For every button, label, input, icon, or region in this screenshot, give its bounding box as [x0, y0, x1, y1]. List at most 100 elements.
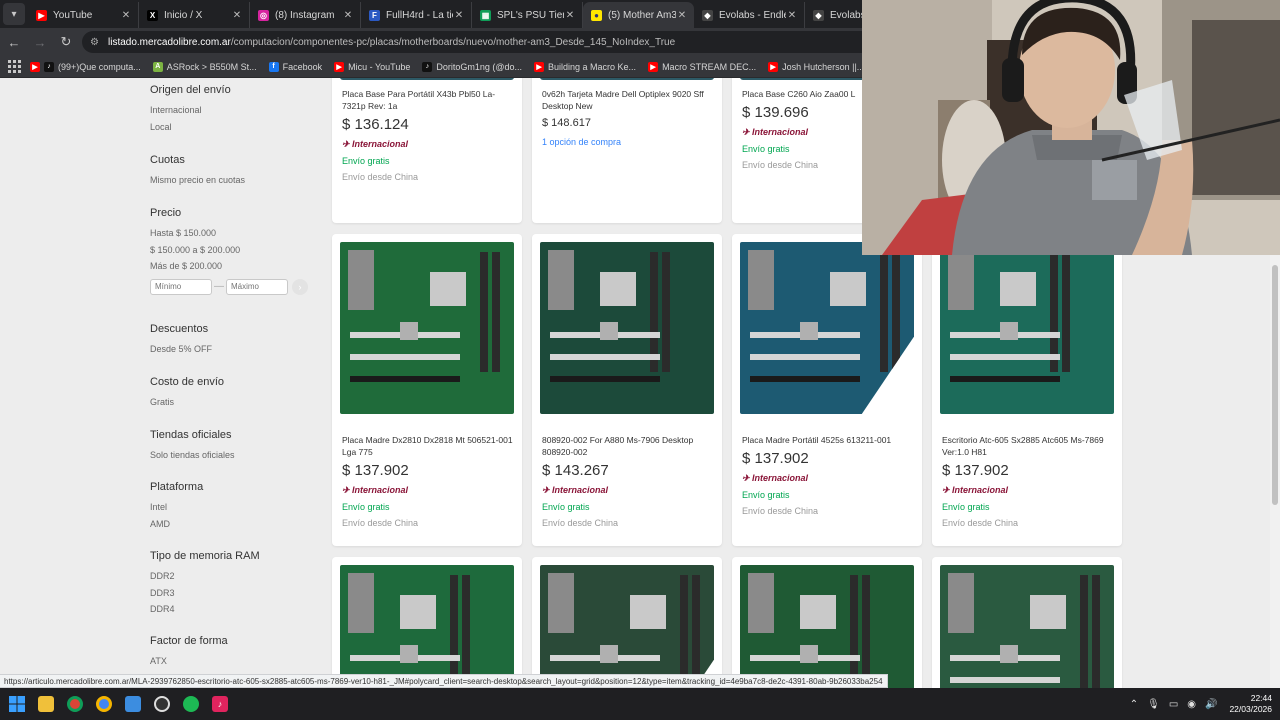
product-card[interactable]: Placa Madre Dx2810 Dx2818 Mt 506521-001 …: [332, 234, 522, 546]
display-icon[interactable]: ▭: [1169, 699, 1178, 710]
product-card[interactable]: [332, 557, 522, 688]
browser-tab[interactable]: ▶ YouTube ✕: [28, 2, 139, 28]
microphone-icon[interactable]: 🎙: [1147, 699, 1160, 710]
bookmark-item[interactable]: ▶ Micu - YouTube: [334, 61, 410, 72]
price-max-input[interactable]: [226, 278, 288, 295]
taskbar-tiktok[interactable]: ♪: [208, 692, 232, 716]
scrollbar-thumb[interactable]: [1272, 265, 1278, 505]
taskbar-chrome[interactable]: [63, 692, 87, 716]
product-card[interactable]: [532, 557, 722, 688]
product-card[interactable]: Placa Madre Portátil 4525s 613211-001 $ 1…: [732, 234, 922, 546]
price-min-input[interactable]: [150, 278, 212, 295]
product-card[interactable]: Placa Base Para Portátil X43b Pbl50 La-7…: [332, 78, 522, 223]
clock[interactable]: 22:44 22/03/2026: [1229, 693, 1272, 715]
site-info-icon[interactable]: ⚙: [90, 37, 102, 48]
close-icon[interactable]: ✕: [231, 10, 243, 21]
browser-tab[interactable]: F FullH4rd - La tien✕: [361, 2, 472, 28]
browser-tab[interactable]: ▦ SPL's PSU Tier List✕: [472, 2, 583, 28]
browser-tab[interactable]: ◎ (8) Instagram ✕: [250, 2, 361, 28]
back-button[interactable]: ←: [2, 30, 26, 54]
taskbar-file-explorer[interactable]: [34, 692, 58, 716]
taskbar-spotify[interactable]: [179, 692, 203, 716]
product-title[interactable]: Placa Madre Portátil 4525s 613211-001: [742, 434, 914, 446]
taskbar-obs[interactable]: [150, 692, 174, 716]
browser-tab[interactable]: X Inicio / X ✕: [139, 2, 250, 28]
product-image[interactable]: [740, 565, 914, 688]
product-image[interactable]: [540, 78, 714, 80]
product-image[interactable]: [940, 242, 1114, 414]
filter-option[interactable]: Gratis: [150, 396, 224, 413]
product-title[interactable]: Placa Base Para Portátil X43b Pbl50 La-7…: [342, 88, 514, 112]
product-image[interactable]: [740, 242, 914, 414]
product-image-wrap[interactable]: [740, 565, 914, 688]
close-icon[interactable]: ✕: [342, 10, 354, 21]
bookmark-item[interactable]: ▶ Josh Hutcherson ||...: [768, 61, 864, 72]
filter-option[interactable]: DDR2: [150, 570, 260, 587]
network-icon[interactable]: ◉: [1187, 699, 1196, 710]
bookmark-item[interactable]: f Facebook: [268, 61, 322, 72]
filter-option[interactable]: Mismo precio en cuotas: [150, 174, 245, 191]
product-title[interactable]: 0v62h Tarjeta Madre Dell Optiplex 9020 S…: [542, 88, 714, 112]
filter-option[interactable]: Desde 5% OFF: [150, 343, 212, 360]
filter-option[interactable]: Intel: [150, 501, 203, 518]
purchase-options-link[interactable]: 1 opción de compra: [542, 137, 714, 147]
close-icon[interactable]: ✕: [786, 10, 798, 21]
close-icon[interactable]: ✕: [564, 10, 576, 21]
product-image[interactable]: [940, 565, 1114, 688]
filter-option[interactable]: Solo tiendas oficiales: [150, 449, 235, 466]
ships-from-label: Envío desde China: [742, 506, 819, 516]
filter-option[interactable]: Internacional: [150, 104, 231, 121]
product-title[interactable]: Escritorio Atc-605 Sx2885 Atc605 Ms-7869…: [942, 434, 1114, 458]
browser-tab[interactable]: ● (5) Mother Am3 | ✕: [583, 2, 694, 28]
product-image-wrap[interactable]: [940, 242, 1114, 414]
filter-option[interactable]: $ 150.000 a $ 200.000: [150, 244, 308, 261]
filter-option[interactable]: Hasta $ 150.000: [150, 227, 308, 244]
apply-price-button[interactable]: ›: [292, 278, 308, 295]
volume-icon[interactable]: 🔊: [1205, 699, 1217, 710]
bookmark-item[interactable]: ▶ Building a Macro Ke...: [534, 61, 636, 72]
taskbar-notepad[interactable]: [121, 692, 145, 716]
forward-button[interactable]: →: [28, 30, 52, 54]
browser-tab[interactable]: ◆ Evolabs - Endless✕: [694, 2, 805, 28]
product-image-wrap[interactable]: [740, 242, 914, 414]
chevron-up-icon[interactable]: ⌃: [1130, 699, 1138, 710]
reload-button[interactable]: ↻: [54, 30, 78, 54]
product-image-wrap[interactable]: [340, 565, 514, 688]
product-image[interactable]: [340, 78, 514, 80]
product-title[interactable]: 808920-002 For A880 Ms-7906 Desktop 8089…: [542, 434, 714, 458]
product-card[interactable]: [932, 557, 1122, 688]
product-card[interactable]: Escritorio Atc-605 Sx2885 Atc605 Ms-7869…: [932, 234, 1122, 546]
close-icon[interactable]: ✕: [453, 10, 465, 21]
start-button[interactable]: [5, 692, 29, 716]
bookmark-item[interactable]: ▶ ♪ (99+)Que computa...: [30, 61, 141, 72]
product-card[interactable]: 808920-002 For A880 Ms-7906 Desktop 8089…: [532, 234, 722, 546]
product-image[interactable]: [540, 565, 714, 688]
board-component: [350, 376, 460, 382]
close-icon[interactable]: ✕: [120, 10, 132, 21]
bookmark-item[interactable]: ▶ Macro STREAM DEC...: [648, 61, 756, 72]
apps-grid-icon[interactable]: [8, 59, 22, 74]
page-scrollbar[interactable]: [1270, 255, 1280, 688]
bookmark-item[interactable]: ♪ DoritoGm1ng (@do...: [422, 61, 522, 72]
product-image-wrap[interactable]: [940, 565, 1114, 688]
filter-option[interactable]: AMD: [150, 518, 203, 535]
close-icon[interactable]: ✕: [676, 10, 688, 21]
taskbar-chrome-2[interactable]: [92, 692, 116, 716]
product-image[interactable]: [340, 242, 514, 414]
product-image-wrap[interactable]: [340, 242, 514, 414]
product-image-wrap[interactable]: [540, 242, 714, 414]
filter-option[interactable]: Más de $ 200.000: [150, 260, 308, 277]
product-card[interactable]: 0v62h Tarjeta Madre Dell Optiplex 9020 S…: [532, 78, 722, 223]
filter-option[interactable]: ATX: [150, 655, 228, 672]
address-bar[interactable]: ⚙ listado.mercadolibre.com.ar/computacio…: [82, 31, 872, 53]
filter-option[interactable]: DDR4: [150, 603, 260, 620]
filter-option[interactable]: DDR3: [150, 587, 260, 604]
filter-option[interactable]: Local: [150, 121, 231, 138]
product-title[interactable]: Placa Madre Dx2810 Dx2818 Mt 506521-001 …: [342, 434, 514, 458]
bookmark-item[interactable]: A ASRock > B550M St...: [152, 61, 257, 72]
product-image[interactable]: [540, 242, 714, 414]
product-image-wrap[interactable]: [540, 565, 714, 688]
product-card[interactable]: [732, 557, 922, 688]
product-image[interactable]: [340, 565, 514, 688]
tab-search-button[interactable]: ▾: [3, 3, 25, 25]
